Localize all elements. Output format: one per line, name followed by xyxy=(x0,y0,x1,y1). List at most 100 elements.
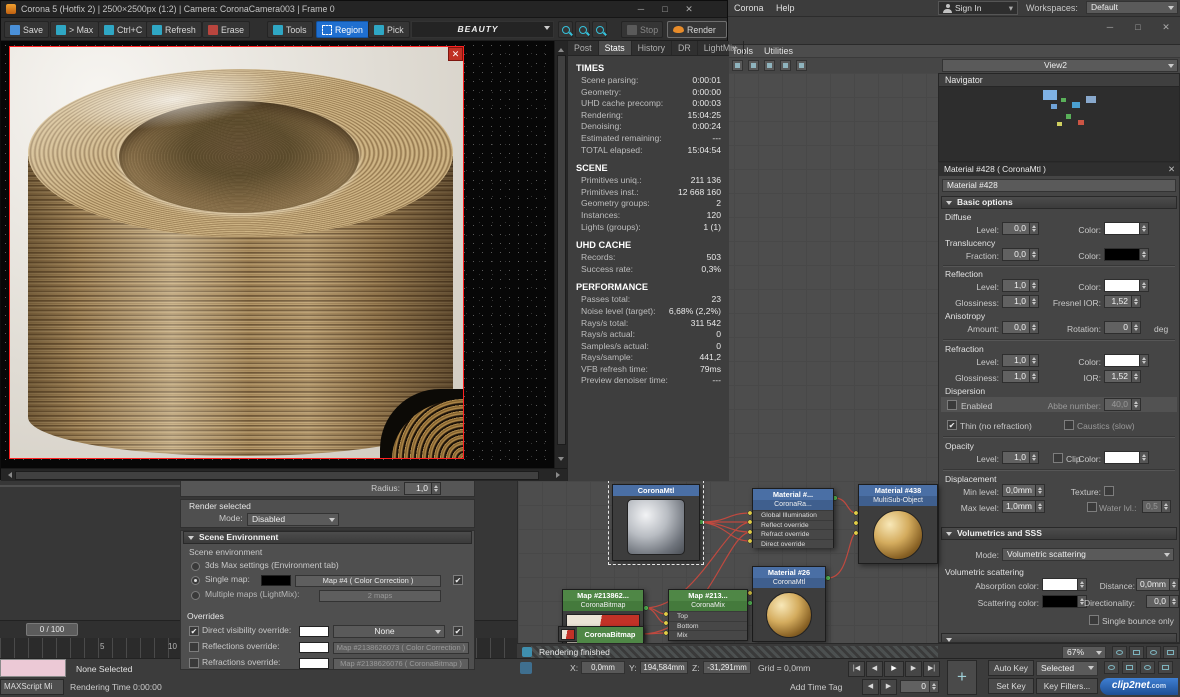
reflection-glossiness-spinner[interactable]: 1,0 xyxy=(1002,295,1039,308)
pan-tool-icon[interactable] xyxy=(748,60,759,71)
scroll-up-icon[interactable] xyxy=(558,45,564,52)
render-button[interactable]: Render xyxy=(667,21,727,38)
workspaces-dropdown[interactable]: Default xyxy=(1086,1,1178,14)
send-to-max-button[interactable]: > Max xyxy=(50,21,99,38)
maxscript-mini-listener[interactable] xyxy=(0,659,66,677)
node-rayswitch-material[interactable]: Material #... CoronaRa... Global Illumin… xyxy=(752,488,834,548)
anisotropy-rotation-spinner[interactable]: 0 xyxy=(1104,321,1141,334)
scroll-thumb[interactable] xyxy=(557,55,566,445)
key-next-button[interactable]: ▶ xyxy=(880,679,897,695)
directionality-spinner[interactable]: 0,0 xyxy=(1146,595,1179,608)
translucency-color-swatch[interactable] xyxy=(1104,248,1149,261)
render-region-border[interactable]: ✕ xyxy=(9,46,464,459)
node-slot[interactable]: Top xyxy=(669,611,747,621)
window-maximize-button[interactable]: □ xyxy=(1126,22,1150,32)
zoom-in-icon[interactable] xyxy=(592,21,607,38)
tab-post[interactable]: Post xyxy=(568,41,599,55)
scroll-down-icon[interactable] xyxy=(558,457,564,464)
dispersion-enabled-checkbox[interactable] xyxy=(947,400,957,410)
min-level-spinner[interactable]: 0,0mm xyxy=(1002,484,1045,497)
zoom-out-icon[interactable] xyxy=(558,21,573,38)
node-slot[interactable]: Direct override xyxy=(753,539,833,549)
slate-menu-utilities[interactable]: Utilities xyxy=(764,46,793,56)
next-frame-button[interactable]: ▶ xyxy=(905,661,922,677)
reflections-override-checkbox[interactable] xyxy=(189,642,199,652)
view-tab-dropdown[interactable]: View2 xyxy=(942,59,1178,72)
environment-map-swatch[interactable] xyxy=(261,575,291,586)
zoom-icon[interactable] xyxy=(1104,661,1119,674)
tab-lightmix[interactable]: LightMix xyxy=(698,41,744,55)
vfb-render-area[interactable]: ✕ xyxy=(1,41,554,468)
scroll-left-icon[interactable] xyxy=(5,472,12,478)
reflection-level-spinner[interactable]: 1,0 xyxy=(1002,279,1039,292)
select-tool-icon[interactable] xyxy=(732,60,743,71)
set-key-button[interactable]: Set Key xyxy=(988,678,1034,694)
notification-icon[interactable] xyxy=(520,662,532,674)
volumetrics-mode-dropdown[interactable]: Volumetric scattering xyxy=(1002,548,1174,561)
time-slider-handle[interactable]: 0 / 100 xyxy=(26,623,78,636)
distance-spinner[interactable]: 0,0mm xyxy=(1136,578,1179,591)
pan-icon[interactable] xyxy=(1122,661,1137,674)
vertical-scrollbar[interactable] xyxy=(554,41,567,468)
node-slot[interactable]: Global Illumination xyxy=(753,510,833,520)
reflections-swatch[interactable] xyxy=(299,642,329,653)
auto-key-button[interactable]: Auto Key xyxy=(988,660,1034,676)
direct-visibility-enable-checkbox[interactable] xyxy=(453,626,463,636)
reflections-override-button[interactable]: Map #2138626073 ( Color Correction ) xyxy=(333,642,469,654)
menu-help[interactable]: Help xyxy=(776,3,795,13)
material-preview-icon[interactable] xyxy=(796,60,807,71)
rollout-volumetrics[interactable]: Volumetrics and SSS xyxy=(941,527,1177,540)
orbit-icon[interactable] xyxy=(1140,661,1155,674)
reflection-color-swatch[interactable] xyxy=(1104,279,1149,292)
region-button[interactable]: Region xyxy=(316,21,369,38)
ior-spinner[interactable]: 1,52 xyxy=(1104,370,1141,383)
window-minimize-button[interactable]: ─ xyxy=(1098,22,1122,32)
multi-map-radio[interactable] xyxy=(191,591,200,600)
play-button[interactable]: ▶ xyxy=(884,661,904,677)
horizontal-scrollbar[interactable] xyxy=(1,468,567,481)
key-filters-button[interactable]: Key Filters... xyxy=(1036,678,1098,694)
water-level-spinner[interactable]: 0,5 xyxy=(1142,500,1171,513)
tab-history[interactable]: History xyxy=(632,41,672,55)
render-selected-mode-dropdown[interactable]: Disabled xyxy=(247,513,339,526)
render-channel-dropdown[interactable]: BEAUTY xyxy=(411,21,554,38)
caustics-checkbox[interactable] xyxy=(1064,420,1074,430)
vfb-close-button[interactable]: ✕ xyxy=(677,4,701,15)
scroll-thumb[interactable] xyxy=(15,471,539,480)
refractions-override-button[interactable]: Map #2138626076 ( CoronaBitmap ) xyxy=(333,658,469,670)
current-frame-spinner[interactable]: 0 xyxy=(900,680,939,693)
copy-button[interactable]: Ctrl+C xyxy=(98,21,148,38)
pick-button[interactable]: Pick xyxy=(368,21,410,38)
abbe-number-spinner[interactable]: 40,0 xyxy=(1104,398,1141,411)
refractions-swatch[interactable] xyxy=(299,658,329,669)
navigator-header[interactable]: Navigator xyxy=(939,74,1179,87)
direct-visibility-dropdown[interactable]: None xyxy=(333,625,445,638)
region-close-button[interactable]: ✕ xyxy=(448,47,463,61)
radius-spinner[interactable]: 1,0 xyxy=(404,482,441,495)
close-icon[interactable]: ✕ xyxy=(1168,163,1175,175)
tab-dr[interactable]: DR xyxy=(672,41,698,55)
refraction-color-swatch[interactable] xyxy=(1104,354,1149,367)
y-coordinate-field[interactable]: 194,584mm xyxy=(640,661,688,674)
maxscript-label[interactable]: MAXScript Mi xyxy=(0,679,64,695)
node-multisub[interactable]: Material #438 MultiSub-Object xyxy=(858,484,938,564)
node-coronamtl[interactable]: CoronaMtl xyxy=(612,484,700,561)
single-map-radio[interactable] xyxy=(191,576,200,585)
translucency-fraction-spinner[interactable]: 0,0 xyxy=(1002,248,1039,261)
vfb-minimize-button[interactable]: ─ xyxy=(629,4,653,15)
add-time-tag[interactable]: Add Time Tag xyxy=(790,682,842,692)
refraction-glossiness-spinner[interactable]: 1,0 xyxy=(1002,370,1039,383)
save-button[interactable]: Save xyxy=(4,21,49,38)
opacity-level-spinner[interactable]: 1,0 xyxy=(1002,451,1039,464)
selection-set-dropdown[interactable]: Selected xyxy=(1036,661,1098,676)
material-name-field[interactable]: Material #428 xyxy=(942,179,1176,192)
vfb-maximize-button[interactable]: □ xyxy=(653,4,677,15)
opacity-color-swatch[interactable] xyxy=(1104,451,1149,464)
node-slot[interactable]: Reflect override xyxy=(753,520,833,530)
single-bounce-checkbox[interactable] xyxy=(1089,615,1099,625)
direct-visibility-checkbox[interactable] xyxy=(189,626,199,636)
diffuse-color-swatch[interactable] xyxy=(1104,222,1149,235)
z-coordinate-field[interactable]: -31,291mm xyxy=(703,661,751,674)
go-to-start-button[interactable]: |◀ xyxy=(848,661,865,677)
clip-checkbox[interactable] xyxy=(1053,453,1063,463)
